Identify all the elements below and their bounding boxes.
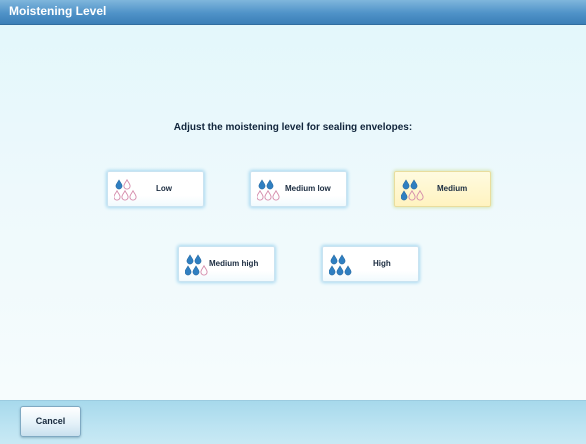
drop-icon	[416, 189, 424, 201]
window-title: Moistening Level	[9, 4, 107, 18]
drop-icon	[200, 264, 208, 276]
water-drops-icon	[329, 254, 352, 276]
drop-icon	[129, 189, 137, 201]
title-bar: Moistening Level	[0, 0, 586, 25]
drop-icon	[410, 179, 418, 190]
drop-icon	[402, 179, 410, 190]
drop-icon	[330, 254, 338, 265]
drop-icon	[121, 189, 129, 201]
level-button-low[interactable]: Low	[107, 171, 204, 207]
drop-icon	[192, 265, 200, 276]
footer-bar: Cancel	[0, 400, 586, 444]
level-label: Medium	[437, 184, 468, 193]
drop-icon	[123, 179, 131, 190]
drop-icon	[266, 179, 274, 190]
level-button-medium-high[interactable]: Medium high	[178, 246, 275, 282]
drop-icon	[401, 190, 408, 201]
cancel-button[interactable]: Cancel	[20, 406, 81, 437]
water-drops-icon	[114, 179, 137, 201]
drop-icon	[408, 189, 416, 201]
drop-icon	[257, 189, 264, 201]
drop-icon	[264, 189, 272, 201]
instruction-text: Adjust the moistening level for sealing …	[173, 122, 413, 133]
level-button-medium-low[interactable]: Medium low	[250, 171, 347, 207]
level-label: Medium low	[285, 184, 331, 193]
level-button-medium[interactable]: Medium	[394, 171, 491, 207]
drop-icon	[329, 265, 336, 276]
drop-icon	[272, 189, 280, 201]
level-label: Medium high	[209, 259, 259, 268]
water-drops-icon	[185, 254, 208, 276]
drop-icon	[258, 179, 266, 190]
drop-icon	[114, 189, 121, 201]
level-label: Low	[156, 184, 172, 193]
water-drops-icon	[401, 179, 424, 201]
drop-icon	[194, 254, 202, 265]
drop-icon	[344, 265, 352, 276]
moistening-level-screen: Moistening Level Adjust the moistening l…	[0, 0, 586, 444]
level-button-high[interactable]: High	[322, 246, 419, 282]
drop-icon	[185, 265, 192, 276]
drop-icon	[338, 254, 346, 265]
water-drops-icon	[257, 179, 280, 201]
drop-icon	[186, 254, 194, 265]
content-area: Adjust the moistening level for sealing …	[0, 25, 586, 400]
level-label: High	[373, 259, 391, 268]
drop-icon	[115, 179, 123, 190]
drop-icon	[336, 265, 344, 276]
